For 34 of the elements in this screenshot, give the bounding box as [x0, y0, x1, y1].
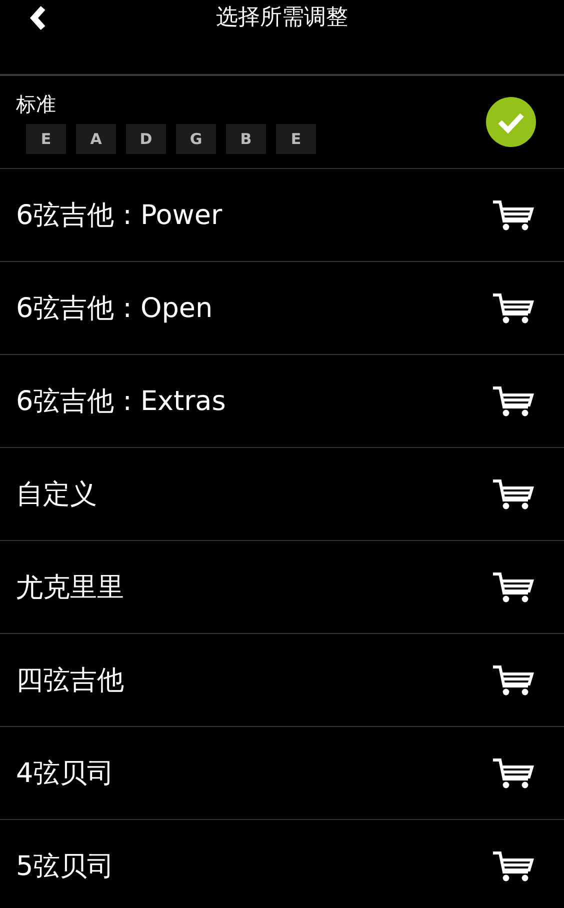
note-label: A	[76, 124, 116, 154]
note-label: D	[126, 124, 166, 154]
tuning-row[interactable]: 6弦吉他 : Power	[0, 169, 564, 262]
cart-icon[interactable]	[492, 385, 534, 417]
tuning-name: 标准	[16, 90, 57, 118]
tuning-row[interactable]: 5弦贝司	[0, 820, 564, 908]
tuning-name: 4弦贝司	[16, 757, 114, 791]
tuning-row[interactable]: 四弦吉他	[0, 634, 564, 727]
cart-icon[interactable]	[492, 757, 534, 789]
tuning-name: 6弦吉他 : Extras	[16, 385, 226, 419]
tuning-name: 5弦贝司	[16, 850, 114, 884]
note-label: G	[176, 124, 216, 154]
tuning-name: 6弦吉他 : Open	[16, 292, 213, 326]
cart-icon[interactable]	[492, 478, 534, 510]
tuning-name: 四弦吉他	[16, 664, 124, 698]
tuning-name: 自定义	[16, 478, 97, 512]
tuning-name: 尤克里里	[16, 571, 124, 605]
tuning-row[interactable]: 6弦吉他 : Open	[0, 262, 564, 355]
back-icon	[28, 5, 48, 31]
cart-icon[interactable]	[492, 664, 534, 696]
screen-title: 选择所需调整	[216, 4, 348, 32]
note-label: E	[26, 124, 66, 154]
tuning-name: 6弦吉他 : Power	[16, 199, 222, 233]
tuning-row[interactable]: 4弦贝司	[0, 727, 564, 820]
tuning-row[interactable]: 尤克里里	[0, 541, 564, 634]
note-label: B	[226, 124, 266, 154]
tuning-row[interactable]: 标准 E A D G B E	[0, 76, 564, 169]
cart-icon[interactable]	[492, 850, 534, 882]
cart-icon[interactable]	[492, 571, 534, 603]
tuning-row[interactable]: 6弦吉他 : Extras	[0, 355, 564, 448]
tuning-row[interactable]: 自定义	[0, 448, 564, 541]
cart-icon[interactable]	[492, 292, 534, 324]
note-label: E	[276, 124, 316, 154]
cart-icon[interactable]	[492, 199, 534, 231]
